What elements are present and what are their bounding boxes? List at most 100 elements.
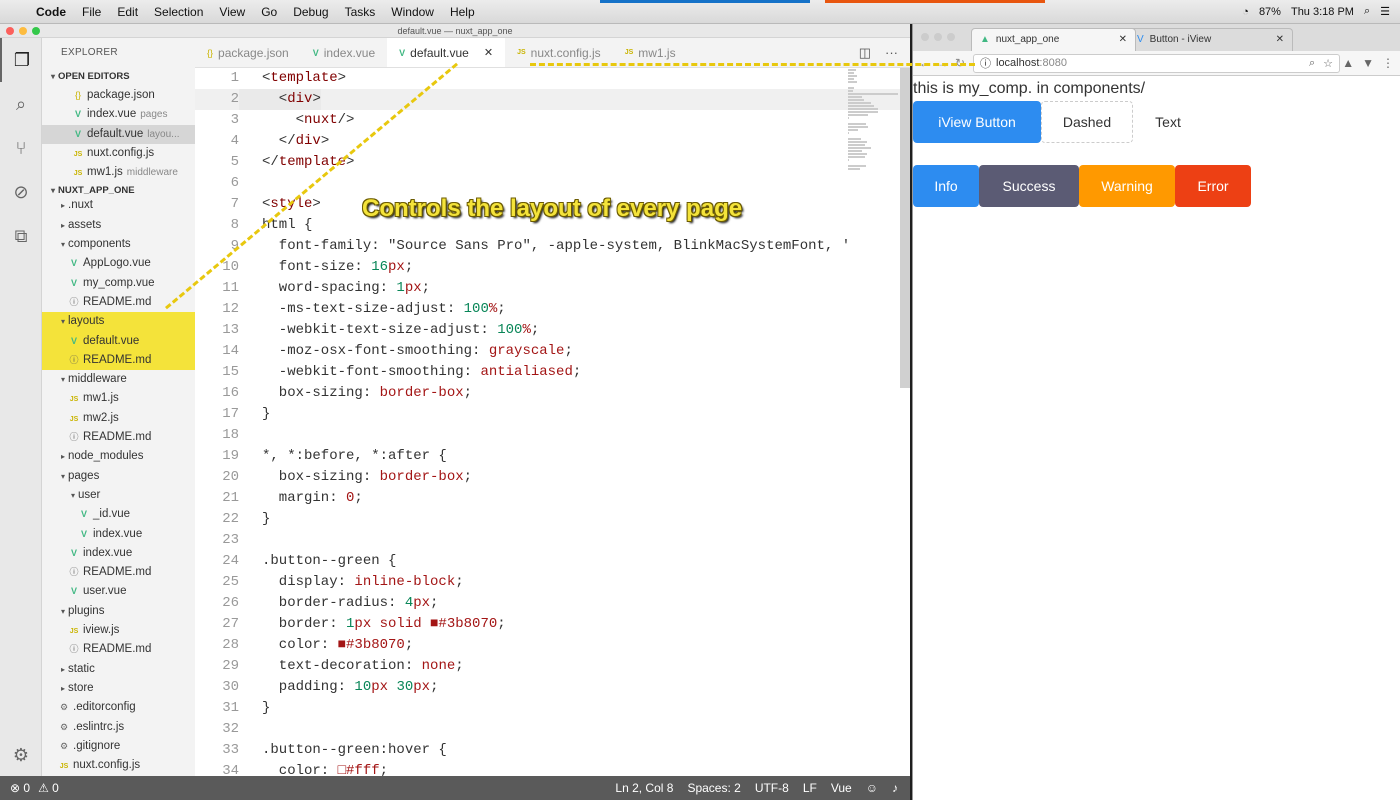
smiley-icon[interactable]: ☺ xyxy=(866,781,878,795)
folder-item[interactable]: ▸ .nuxt xyxy=(42,196,195,215)
dashed-button[interactable]: Dashed xyxy=(1041,101,1133,143)
menu-item[interactable]: Tasks xyxy=(337,5,384,19)
file-item[interactable]: ⚙ .eslintrc.js xyxy=(42,718,195,737)
encoding[interactable]: UTF-8 xyxy=(755,781,789,795)
file-item[interactable]: ⓘ README.md xyxy=(42,350,195,371)
editor-scrollbar[interactable] xyxy=(900,68,910,388)
vue-devtools-icon[interactable]: ▼ xyxy=(1362,56,1374,70)
warning-button[interactable]: Warning xyxy=(1079,165,1175,207)
gear-icon[interactable]: ⚙ xyxy=(0,745,42,766)
zoom-icon[interactable]: ⌕ xyxy=(1309,57,1315,70)
code-line[interactable]: 15 -webkit-font-smoothing: antialiased; xyxy=(195,362,910,383)
code-line[interactable]: 25 display: inline-block; xyxy=(195,572,910,593)
file-item[interactable]: Vindex.vue xyxy=(42,525,195,544)
file-item[interactable]: JS nuxt.config.js xyxy=(42,756,195,775)
close-window-button[interactable] xyxy=(921,33,929,41)
code-line[interactable]: 19 *, *:before, *:after { xyxy=(195,446,910,467)
info-button[interactable]: Info xyxy=(913,165,979,207)
zoom-window-button[interactable] xyxy=(947,33,955,41)
success-button[interactable]: Success xyxy=(979,165,1079,207)
close-icon[interactable]: ✕ xyxy=(484,38,493,68)
file-item[interactable]: Vdefault.vue xyxy=(42,331,195,351)
errors-indicator[interactable]: ⊗ 0 xyxy=(10,781,30,795)
code-line[interactable]: 18 xyxy=(195,425,910,446)
warnings-indicator[interactable]: ⚠ 0 xyxy=(38,781,59,795)
debug-icon[interactable]: ⊘ xyxy=(0,170,42,214)
minimize-window-button[interactable] xyxy=(934,33,942,41)
code-line[interactable]: 17} xyxy=(195,404,910,425)
open-editor-item[interactable]: Vindex.vue pages xyxy=(42,105,195,124)
explorer-icon[interactable]: ❐ xyxy=(0,38,42,82)
source-control-icon[interactable]: ⑂ xyxy=(0,126,42,170)
cursor-position[interactable]: Ln 2, Col 8 xyxy=(615,781,673,795)
code-line[interactable]: 1 <template> xyxy=(195,68,910,89)
code-line[interactable]: 14 -moz-osx-font-smoothing: grayscale; xyxy=(195,341,910,362)
file-item[interactable]: Vindex.vue xyxy=(42,544,195,563)
menu-item[interactable]: Window xyxy=(383,5,442,19)
code-line[interactable]: 28 color: ■#3b8070; xyxy=(195,635,910,656)
folder-item[interactable]: ▾ pages xyxy=(42,467,195,486)
list-icon[interactable]: ☰ xyxy=(1380,5,1390,18)
zoom-window-button[interactable] xyxy=(32,27,40,35)
battery-level[interactable]: 87% xyxy=(1259,6,1281,18)
folder-item[interactable]: ▾ layouts xyxy=(42,312,195,332)
info-icon[interactable]: ⓘ xyxy=(980,55,991,71)
code-line[interactable]: 16 box-sizing: border-box; xyxy=(195,383,910,404)
indentation[interactable]: Spaces: 2 xyxy=(687,781,740,795)
minimize-window-button[interactable] xyxy=(19,27,27,35)
close-tab-icon[interactable]: ✕ xyxy=(1276,29,1284,51)
code-line[interactable]: 26 border-radius: 4px; xyxy=(195,593,910,614)
text-button[interactable]: Text xyxy=(1133,101,1203,143)
browser-tab[interactable]: V Button - iView ✕ xyxy=(1128,28,1293,51)
file-item[interactable]: Vmy_comp.vue xyxy=(42,274,195,293)
extension-icon[interactable]: ▲ xyxy=(1342,56,1354,70)
code-line[interactable]: 22} xyxy=(195,509,910,530)
code-line[interactable]: 33 .button--green:hover { xyxy=(195,740,910,761)
open-editor-item[interactable]: JS nuxt.config.js xyxy=(42,144,195,163)
search-icon[interactable]: ⌕ xyxy=(0,82,42,126)
folder-item[interactable]: ▾ components xyxy=(42,235,195,254)
menu-item[interactable]: View xyxy=(211,5,253,19)
bell-icon[interactable]: ♪ xyxy=(892,781,898,795)
code-line[interactable]: 23 xyxy=(195,530,910,551)
bookmark-star-icon[interactable]: ☆ xyxy=(1323,57,1333,70)
menu-item[interactable]: Selection xyxy=(146,5,211,19)
file-item[interactable]: ⓘ README.md xyxy=(42,563,195,582)
wifi-icon[interactable]: ◔ xyxy=(1242,6,1249,18)
open-editor-item[interactable]: {} package.json xyxy=(42,86,195,105)
folder-item[interactable]: ▸ assets xyxy=(42,216,195,235)
file-item[interactable]: ⚙ .gitignore xyxy=(42,737,195,756)
file-item[interactable]: JS mw2.js xyxy=(42,409,195,428)
code-line[interactable]: 3 <nuxt/> xyxy=(195,110,910,131)
file-item[interactable]: JS mw1.js xyxy=(42,389,195,408)
code-line[interactable]: 31} xyxy=(195,698,910,719)
code-line[interactable]: 9 font-family: "Source Sans Pro", -apple… xyxy=(195,236,910,257)
menu-icon[interactable]: ⋮ xyxy=(1382,56,1394,70)
code-line[interactable]: 27 border: 1px solid ■#3b8070; xyxy=(195,614,910,635)
code-line[interactable]: 13 -webkit-text-size-adjust: 100%; xyxy=(195,320,910,341)
folder-item[interactable]: ▸ node_modules xyxy=(42,447,195,466)
line-endings[interactable]: LF xyxy=(803,781,817,795)
code-line[interactable]: 30 padding: 10px 30px; xyxy=(195,677,910,698)
editor-tab[interactable]: {} package.json xyxy=(195,38,301,67)
code-line[interactable]: 4 </div> xyxy=(195,131,910,152)
language-mode[interactable]: Vue xyxy=(831,781,852,795)
menu-item[interactable]: Debug xyxy=(285,5,336,19)
code-line[interactable]: 10 font-size: 16px; xyxy=(195,257,910,278)
file-item[interactable]: ⓘ README.md xyxy=(42,428,195,447)
code-line[interactable]: 29 text-decoration: none; xyxy=(195,656,910,677)
editor-tab[interactable]: Vindex.vue xyxy=(301,38,387,67)
editor-tab[interactable]: Vdefault.vue ✕ xyxy=(387,38,506,68)
code-line[interactable]: 20 box-sizing: border-box; xyxy=(195,467,910,488)
file-item[interactable]: JS iview.js xyxy=(42,621,195,640)
menu-item[interactable]: Go xyxy=(253,5,285,19)
menu-app[interactable]: Code xyxy=(28,5,74,19)
file-item[interactable]: Vuser.vue xyxy=(42,582,195,601)
search-icon[interactable]: ⌕ xyxy=(1364,5,1370,18)
browser-tab[interactable]: ▲ nuxt_app_one ✕ xyxy=(971,28,1136,51)
code-line[interactable]: 32 xyxy=(195,719,910,740)
file-item[interactable]: ⚙ .editorconfig xyxy=(42,698,195,717)
file-item[interactable]: V AppLogo.vue xyxy=(42,254,195,273)
code-line[interactable]: 5 </template> xyxy=(195,152,910,173)
menu-item[interactable]: Help xyxy=(442,5,483,19)
